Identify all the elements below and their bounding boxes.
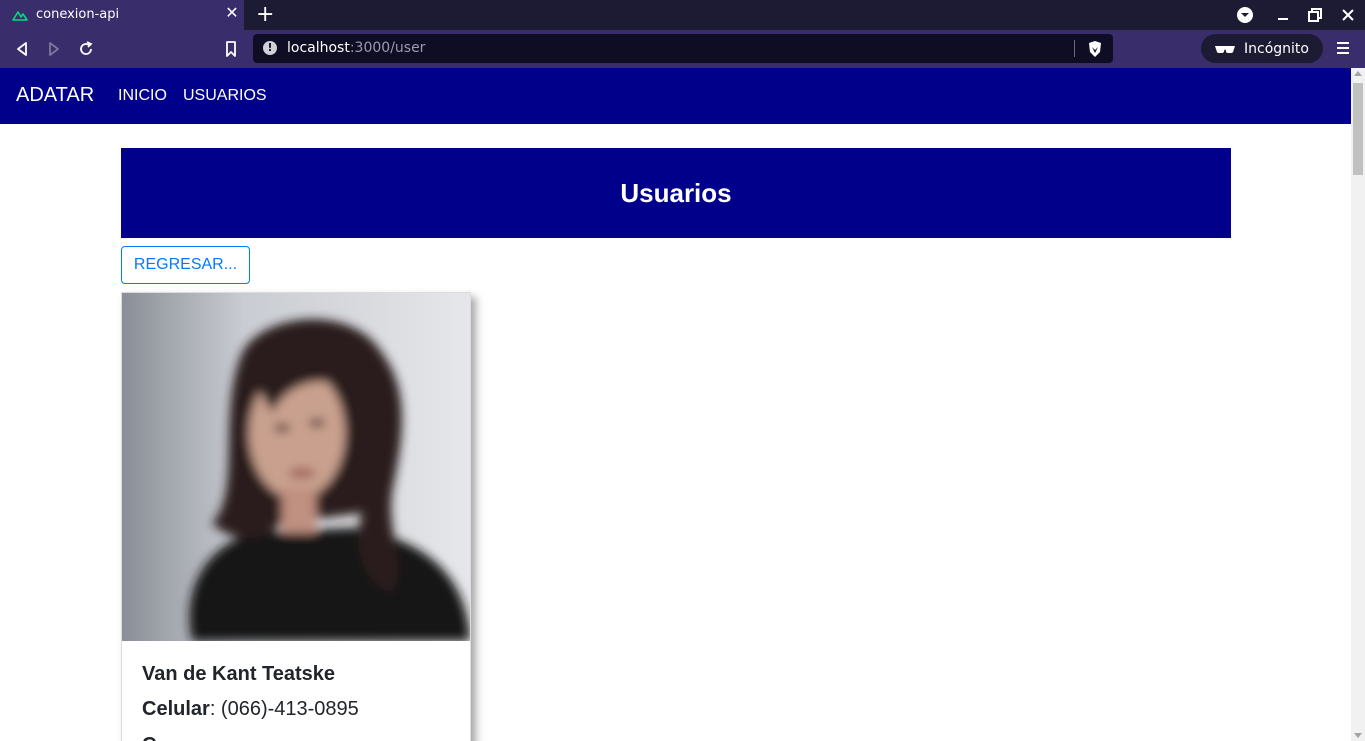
incognito-glasses-icon	[1215, 46, 1235, 54]
bookmark-icon[interactable]	[221, 39, 241, 59]
url-text[interactable]: localhost:3000/user	[287, 40, 425, 56]
tab-search-icon[interactable]	[1236, 6, 1254, 24]
user-next-field-label: C	[142, 734, 156, 741]
back-button[interactable]: REGRESAR...	[121, 246, 250, 284]
restore-icon[interactable]	[1306, 6, 1324, 24]
reload-icon[interactable]	[76, 39, 96, 59]
tab-close-icon[interactable]: ✕	[224, 6, 240, 22]
page-scrollbar[interactable]	[1351, 68, 1365, 741]
address-bar[interactable]: ! localhost:3000/user	[253, 34, 1113, 63]
nav-link-inicio[interactable]: INICIO	[118, 87, 167, 105]
scroll-thumb[interactable]	[1353, 83, 1363, 175]
minimize-icon[interactable]	[1274, 6, 1292, 24]
page-header-banner: Usuarios	[121, 148, 1231, 238]
nuxt-logo-icon	[12, 11, 28, 21]
nav-link-usuarios[interactable]: USUARIOS	[183, 87, 267, 105]
site-navbar: ADATAR INICIO USUARIOS	[0, 68, 1351, 124]
incognito-label: Incógnito	[1244, 41, 1309, 57]
scroll-up-arrow-icon[interactable]	[1354, 71, 1362, 76]
back-icon[interactable]	[12, 39, 32, 59]
user-photo	[122, 293, 470, 641]
user-name: Van de Kant Teatske	[142, 663, 336, 685]
browser-tab-bar: conexion-api ✕ +	[0, 0, 1365, 30]
navbar-brand[interactable]: ADATAR	[16, 84, 94, 107]
window-close-icon[interactable]	[1339, 6, 1357, 24]
hamburger-menu-icon[interactable]	[1336, 40, 1350, 56]
user-card: Van de Kant Teatske Celular: (066)-413-0…	[121, 292, 471, 741]
site-info-icon[interactable]: !	[263, 41, 277, 55]
forward-icon[interactable]	[44, 39, 64, 59]
new-tab-icon[interactable]: +	[256, 4, 274, 26]
tab-title: conexion-api	[36, 7, 120, 22]
page-viewport: ADATAR INICIO USUARIOS Usuarios REGRESAR…	[0, 68, 1351, 741]
incognito-badge[interactable]: Incógnito	[1201, 34, 1323, 63]
scroll-down-arrow-icon[interactable]	[1354, 733, 1362, 738]
url-divider	[1074, 40, 1075, 57]
browser-tab[interactable]: conexion-api ✕	[0, 0, 244, 30]
user-phone: Celular: (066)-413-0895	[142, 698, 359, 720]
browser-toolbar: ! localhost:3000/user Incógnito	[0, 30, 1365, 68]
brave-shield-icon[interactable]	[1087, 40, 1103, 58]
page-title: Usuarios	[620, 178, 732, 208]
